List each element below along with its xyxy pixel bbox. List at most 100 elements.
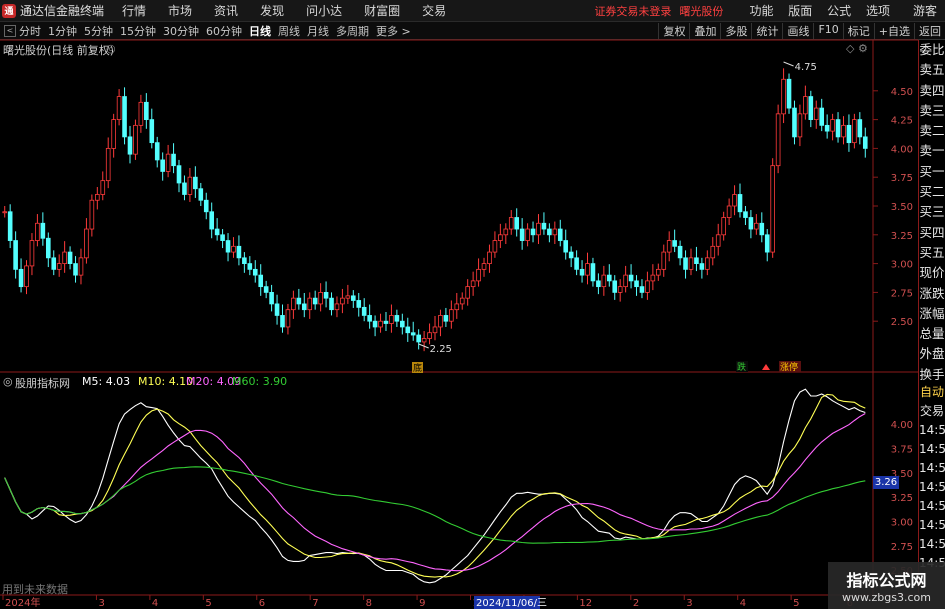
- period-1min[interactable]: 1分钟: [48, 23, 77, 39]
- menu-formula[interactable]: 公式: [827, 4, 851, 18]
- panel-item[interactable]: 买一: [919, 162, 945, 182]
- panel-item[interactable]: 现价: [919, 263, 945, 283]
- menu-wealth[interactable]: 财富圈: [364, 2, 400, 19]
- current-value-tag: 3.26: [873, 476, 899, 489]
- period-5min[interactable]: 5分钟: [84, 23, 113, 39]
- diamond-icon[interactable]: ◇ ⚙: [846, 42, 868, 55]
- candle-body: [721, 217, 726, 236]
- kline-chart[interactable]: 4.50 4.25 4.00 3.75 3.50 3.25 3.00 2.75 2.50 4.0…: [0, 0, 945, 609]
- menu-news[interactable]: 资讯: [214, 2, 238, 19]
- menu-trade[interactable]: 交易: [422, 2, 446, 19]
- candle-body: [661, 251, 667, 270]
- period-more[interactable]: 更多 >: [376, 23, 411, 39]
- tool-draw[interactable]: 画线: [782, 22, 813, 39]
- candle-body: [737, 194, 743, 213]
- candle-body: [154, 142, 160, 161]
- candle-body: [7, 211, 13, 241]
- tool-back[interactable]: 返回: [914, 22, 945, 39]
- settings-dropdown-icon[interactable]: ◎: [106, 42, 116, 55]
- panel-item[interactable]: 卖五: [919, 60, 945, 80]
- period-monthly[interactable]: 月线: [307, 23, 329, 39]
- low-pointer: [418, 343, 429, 349]
- candle-body: [563, 240, 569, 253]
- menu-markets[interactable]: 市场: [168, 2, 192, 19]
- title-bar: 通 通达信金融终端 行情 市场 资讯 发现 问小达 财富圈 交易 证券交易未登录…: [0, 0, 945, 22]
- candle-body: [116, 96, 122, 120]
- menu-function[interactable]: 功能: [749, 4, 773, 18]
- tick-time: 14:56: [919, 423, 945, 437]
- tool-statistics[interactable]: 统计: [751, 22, 782, 39]
- indicator-settings-icon[interactable]: ◎: [3, 375, 13, 388]
- panel-item[interactable]: 涨跌: [919, 284, 945, 304]
- tool-overlay[interactable]: 叠加: [689, 22, 720, 39]
- x-tick-label: 8: [366, 598, 372, 609]
- candle-body: [18, 268, 24, 288]
- tick-time: 14:56: [919, 499, 945, 513]
- chevron-left-icon[interactable]: <: [4, 24, 16, 37]
- period-daily[interactable]: 日线: [249, 23, 271, 39]
- period-30min[interactable]: 30分钟: [163, 23, 199, 39]
- candle-body: [628, 274, 634, 282]
- candle-body: [67, 251, 73, 265]
- panel-item[interactable]: 买四: [919, 223, 945, 243]
- panel-item[interactable]: 委比: [919, 40, 945, 60]
- menu-layout[interactable]: 版面: [788, 4, 812, 18]
- tool-f10[interactable]: F10: [813, 22, 842, 39]
- candle-body: [677, 245, 683, 259]
- tick-time: 14:56: [919, 537, 945, 551]
- panel-item[interactable]: 外盘: [919, 344, 945, 364]
- panel-item[interactable]: 涨幅: [919, 304, 945, 324]
- m5-label: M5: 4.03: [82, 375, 131, 388]
- candle-body: [476, 268, 481, 282]
- menu-market[interactable]: 行情: [122, 2, 146, 19]
- tool-adjust[interactable]: 复权: [658, 22, 689, 39]
- panel-item[interactable]: 买五: [919, 243, 945, 263]
- panel-item[interactable]: 买三: [919, 202, 945, 222]
- period-intraday[interactable]: 分时: [19, 23, 41, 39]
- candle-body: [830, 119, 835, 132]
- menu-options[interactable]: 选项: [866, 4, 890, 18]
- menu-ask[interactable]: 问小达: [306, 2, 342, 19]
- candle-body: [318, 291, 323, 305]
- candle-body: [105, 147, 111, 182]
- quote-side-panel: 委比 卖五 卖四 卖三 卖二 卖一 买一 买二 买三 买四 买五 现价 涨跌 涨…: [918, 40, 945, 420]
- x-tick-label: 3: [98, 598, 104, 609]
- y-tick-label: 2.50: [891, 317, 913, 328]
- candle-body: [552, 228, 558, 236]
- login-notice[interactable]: 证券交易未登录: [594, 3, 671, 19]
- period-60min[interactable]: 60分钟: [206, 23, 242, 39]
- x-tick-label: 3: [686, 598, 692, 609]
- trade-label[interactable]: 交易: [919, 402, 945, 421]
- candle-body: [786, 78, 792, 109]
- panel-item[interactable]: 卖三: [919, 101, 945, 121]
- candle-body: [2, 211, 8, 214]
- period-weekly[interactable]: 周线: [278, 23, 300, 39]
- candle-body: [231, 245, 236, 253]
- period-15min[interactable]: 15分钟: [120, 23, 156, 39]
- tool-add-watchlist[interactable]: +自选: [873, 22, 914, 39]
- candle-body: [220, 234, 225, 241]
- main-menu: 行情 市场 资讯 发现 问小达 财富圈 交易: [122, 2, 468, 19]
- x-tick-label: 11: [526, 598, 539, 609]
- candle-body: [405, 326, 411, 334]
- panel-item[interactable]: 卖一: [919, 141, 945, 161]
- panel-item[interactable]: 卖四: [919, 81, 945, 101]
- bottom-marker: [412, 362, 423, 373]
- m60-label: M60: 3.90: [232, 375, 288, 388]
- panel-item[interactable]: 总量: [919, 324, 945, 344]
- period-multi[interactable]: 多周期: [336, 23, 369, 39]
- candle-body: [149, 119, 155, 144]
- panel-item[interactable]: 卖二: [919, 121, 945, 141]
- tool-multi-stock[interactable]: 多股: [720, 22, 751, 39]
- candle-body: [176, 165, 182, 184]
- stock-terminal-window: 通 通达信金融终端 行情 市场 资讯 发现 问小达 财富圈 交易 证券交易未登录…: [0, 0, 945, 609]
- menu-discover[interactable]: 发现: [260, 2, 284, 19]
- panel-item[interactable]: 换手: [919, 365, 945, 385]
- tool-mark[interactable]: 标记: [842, 22, 874, 39]
- panel-item[interactable]: 买二: [919, 182, 945, 202]
- guest-user[interactable]: 游客: [913, 2, 937, 19]
- limit-up-marker: [779, 361, 801, 372]
- arrow-up-icon: [762, 364, 770, 370]
- candle-body: [198, 188, 204, 201]
- auto-trade-label[interactable]: 自动: [919, 383, 945, 402]
